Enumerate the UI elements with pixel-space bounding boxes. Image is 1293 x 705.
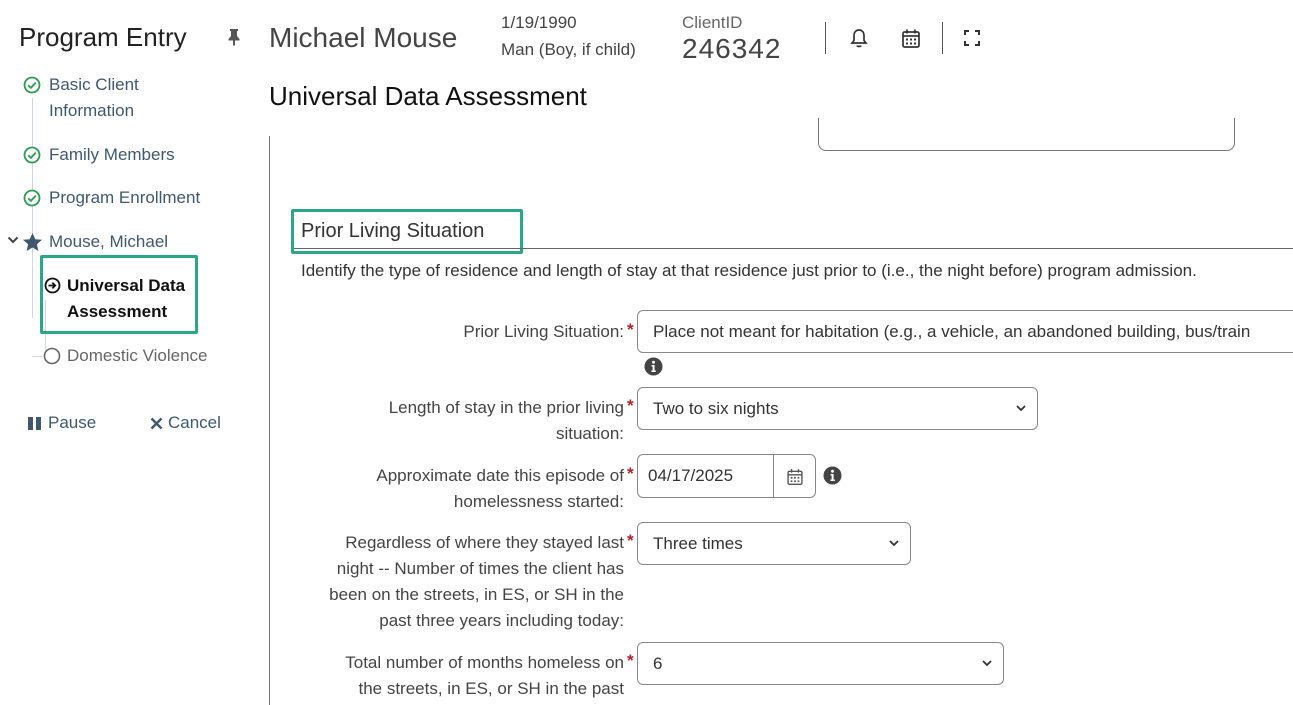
- label-text: homelessness started:: [453, 492, 624, 511]
- length-of-stay-select[interactable]: Two to six nights: [637, 387, 1038, 430]
- sidebar-step-mouse-michael[interactable]: Mouse, Michael: [49, 229, 168, 255]
- step-label: Assessment: [67, 302, 168, 321]
- section-title: Prior Living Situation: [301, 220, 485, 242]
- label-text: night -- Number of times the client has: [336, 559, 624, 578]
- client-dob: 1/19/1990: [501, 13, 577, 32]
- pause-icon: [28, 416, 41, 430]
- bell-icon[interactable]: [849, 27, 869, 49]
- label-text: Prior Living Situation:: [463, 322, 624, 341]
- times-homeless-label: Regardless of where they stayed last nig…: [329, 530, 624, 634]
- required-marker: *: [627, 464, 634, 483]
- label-text: Length of stay in the prior living: [388, 398, 624, 417]
- sidebar-step-family-members[interactable]: Family Members: [49, 142, 175, 168]
- approx-date-label: Approximate date this episode of homeles…: [376, 463, 624, 515]
- chevron-down-icon[interactable]: [7, 235, 19, 245]
- pause-label: Pause: [48, 413, 97, 432]
- prior-living-label: Prior Living Situation:: [463, 319, 624, 345]
- client-gender: Man (Boy, if child): [501, 40, 636, 59]
- sidebar-step-domestic-violence[interactable]: Domestic Violence: [67, 343, 207, 369]
- calendar-icon: [786, 468, 803, 485]
- label-text: situation:: [555, 424, 624, 443]
- step-label: Basic Client: [49, 75, 139, 94]
- months-homeless-label: Total number of months homeless on the s…: [345, 650, 624, 702]
- required-marker: *: [627, 531, 634, 550]
- info-icon[interactable]: [823, 466, 842, 485]
- date-picker-button[interactable]: [774, 455, 815, 497]
- sidebar: Program Entry Basic Client Information F…: [0, 0, 250, 705]
- chevron-down-icon: [1016, 405, 1026, 412]
- previous-field-box: [818, 118, 1235, 151]
- arrow-right-circle-icon: [44, 277, 61, 294]
- info-icon[interactable]: [644, 357, 663, 376]
- check-circle-icon: [23, 189, 41, 207]
- chevron-down-icon: [889, 540, 899, 547]
- label-text: Total number of months homeless on: [345, 653, 624, 672]
- check-circle-icon: [23, 76, 41, 94]
- chevron-down-icon: [982, 660, 992, 667]
- select-value: Two to six nights: [653, 398, 779, 418]
- check-circle-icon: [23, 146, 41, 164]
- pause-button[interactable]: Pause: [27, 413, 96, 433]
- sidebar-step-basic-client-information[interactable]: Basic Client Information: [49, 72, 139, 124]
- required-marker: *: [627, 320, 634, 339]
- approx-date-input[interactable]: 04/17/2025: [638, 455, 774, 497]
- select-value: Place not meant for habitation (e.g., a …: [653, 321, 1251, 341]
- label-text: past three years including today:: [379, 611, 624, 630]
- cancel-label: Cancel: [168, 413, 221, 432]
- header-divider: [942, 22, 943, 54]
- select-value: 6: [653, 653, 663, 673]
- section-description: Identify the type of residence and lengt…: [301, 261, 1197, 280]
- star-icon: [23, 233, 42, 251]
- step-label: Mouse, Michael: [49, 232, 169, 251]
- client-id-label: ClientID: [682, 13, 743, 32]
- step-label: Information: [49, 101, 135, 120]
- sidebar-step-universal-data-assessment[interactable]: Universal Data Assessment: [67, 273, 185, 325]
- header-divider: [825, 22, 826, 54]
- cancel-button[interactable]: Cancel: [150, 413, 221, 433]
- prior-living-select[interactable]: Place not meant for habitation (e.g., a …: [637, 310, 1293, 353]
- times-homeless-select[interactable]: Three times: [637, 522, 911, 565]
- step-connector: [32, 98, 33, 318]
- content-border: [269, 136, 270, 705]
- approx-date-field: 04/17/2025: [637, 454, 816, 498]
- label-text: Regardless of where they stayed last: [345, 533, 624, 552]
- label-text: been on the streets, in ES, or SH in the: [329, 585, 624, 604]
- label-text: Approximate date this episode of: [376, 466, 624, 485]
- pin-icon[interactable]: [227, 28, 241, 46]
- substep-connector: [32, 356, 42, 357]
- page-title: Universal Data Assessment: [269, 81, 587, 111]
- select-value: Three times: [653, 533, 743, 553]
- label-text: the streets, in ES, or SH in the past: [358, 679, 624, 698]
- client-id: 246342: [682, 33, 782, 64]
- program-entry-title: Program Entry: [19, 22, 187, 52]
- length-of-stay-label: Length of stay in the prior living situa…: [389, 395, 624, 447]
- sidebar-step-program-enrollment[interactable]: Program Enrollment: [49, 185, 200, 211]
- empty-circle-icon: [43, 347, 61, 365]
- months-homeless-select[interactable]: 6: [637, 642, 1004, 685]
- close-icon: [150, 417, 163, 429]
- client-name: Michael Mouse: [269, 22, 458, 53]
- fullscreen-icon[interactable]: [962, 27, 982, 49]
- section-divider: [294, 248, 1293, 249]
- required-marker: *: [627, 396, 634, 415]
- step-label: Family Members: [49, 145, 175, 164]
- required-marker: *: [627, 651, 634, 670]
- calendar-icon[interactable]: [901, 27, 921, 49]
- step-label: Universal Data: [67, 276, 186, 295]
- step-label: Program Enrollment: [49, 188, 201, 207]
